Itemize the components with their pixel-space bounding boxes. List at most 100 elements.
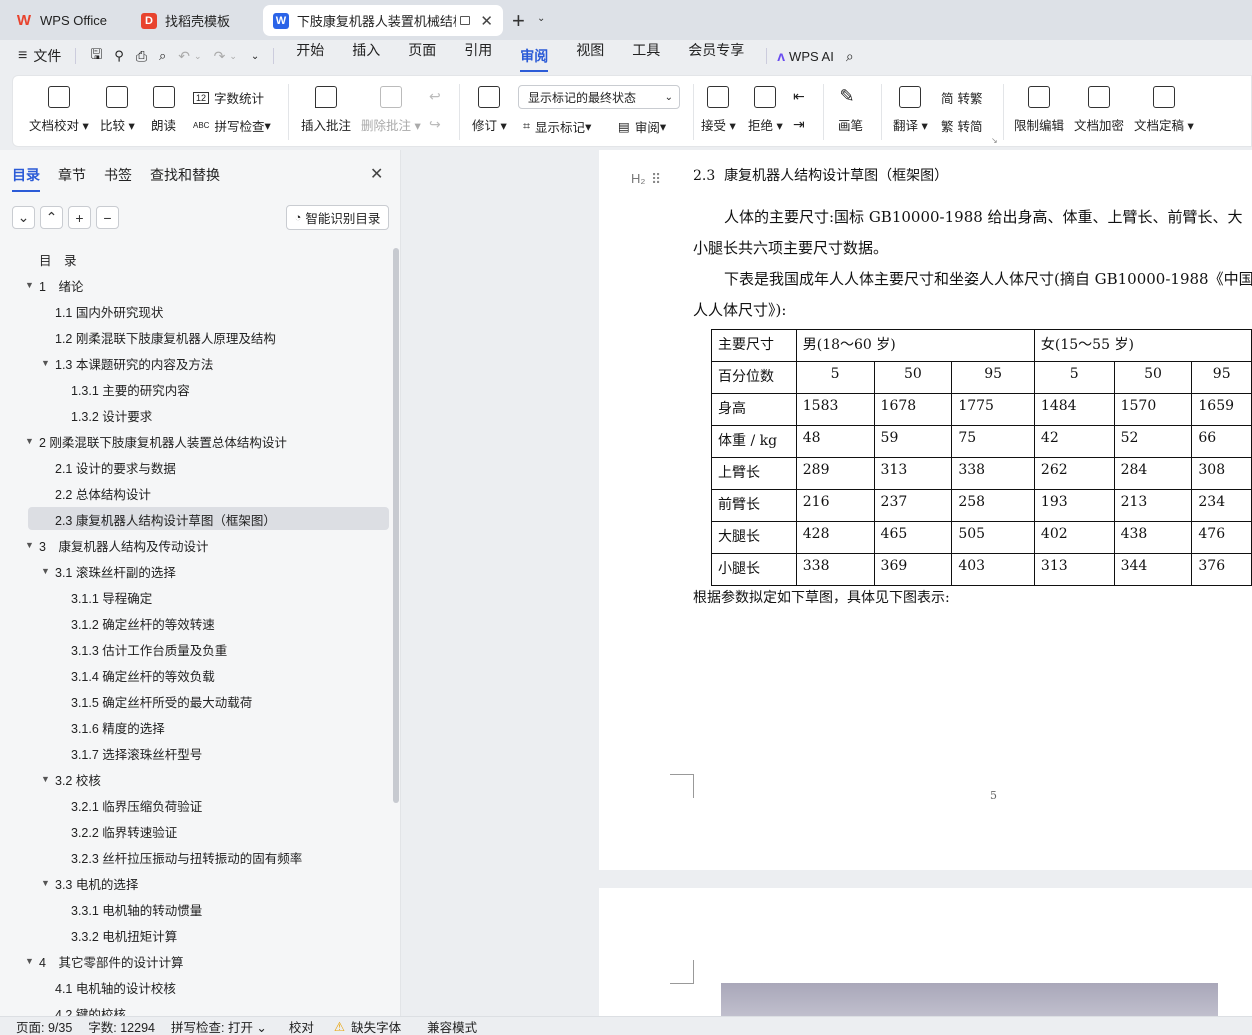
reject-button[interactable]: 拒绝 ▾ xyxy=(748,86,783,134)
toc-item[interactable]: 3.1.1 导程确定 xyxy=(0,584,392,610)
undo-chevron-icon[interactable]: ⌄ xyxy=(194,51,202,62)
table-cell[interactable]: 59 xyxy=(873,425,953,458)
smart-toc-button[interactable]: ◔ 智能识别目录 xyxy=(286,205,389,230)
table-cell[interactable]: 338 xyxy=(795,553,875,586)
status-proof[interactable]: 校对 xyxy=(289,1017,314,1035)
menu-tab-start[interactable]: 开始 xyxy=(296,40,324,72)
more-chevron-icon[interactable]: ⌄ xyxy=(251,51,259,62)
table-cell[interactable]: 284 xyxy=(1113,457,1193,490)
table-cell[interactable]: 402 xyxy=(1033,521,1115,554)
table-cell[interactable]: 193 xyxy=(1033,489,1115,522)
table-cell[interactable]: 344 xyxy=(1113,553,1193,586)
toc-item[interactable]: 4.2 键的校核 xyxy=(0,1000,392,1017)
table-cell[interactable]: 男(18～60 岁) xyxy=(795,329,1035,362)
collapse-arrow-icon[interactable]: ▼ xyxy=(41,774,50,784)
menu-tab-view[interactable]: 视图 xyxy=(576,40,604,72)
menu-tab-page[interactable]: 页面 xyxy=(408,40,436,72)
redo-chevron-icon[interactable]: ⌄ xyxy=(229,51,237,62)
dialog-launcher-icon[interactable]: ↘ xyxy=(991,136,998,145)
table-cell[interactable]: 438 xyxy=(1113,521,1193,554)
toc-item[interactable]: 1.1 国内外研究现状 xyxy=(0,298,392,324)
expand-up-button[interactable]: ⌃ xyxy=(40,206,63,229)
table-cell[interactable]: 1484 xyxy=(1033,393,1115,426)
tab-list-chevron-icon[interactable]: ⌄ xyxy=(537,13,545,24)
table-cell[interactable]: 48 xyxy=(795,425,875,458)
tab-toc[interactable]: 目录 xyxy=(12,165,40,192)
table-cell[interactable]: 女(15～55 岁) xyxy=(1033,329,1252,362)
review-pane-button[interactable]: ▤ 审阅 ▾ xyxy=(618,117,666,136)
table-cell[interactable]: 289 xyxy=(795,457,875,490)
status-page[interactable]: 页面: 9/35 xyxy=(16,1017,72,1035)
table-cell[interactable]: 体重 / kg xyxy=(711,425,797,458)
table-cell[interactable]: 42 xyxy=(1033,425,1115,458)
add-heading-button[interactable]: + xyxy=(68,206,91,229)
hamburger-icon[interactable]: ≡ xyxy=(18,47,27,65)
tab-docer-templates[interactable]: D 找稻壳模板 xyxy=(131,5,256,36)
insert-comment-button[interactable]: 插入批注 xyxy=(301,86,351,134)
table-cell[interactable]: 95 xyxy=(1191,361,1252,394)
tab-document[interactable]: W 下肢康复机器人装置机械结构 ✕ xyxy=(263,5,503,36)
read-aloud-button[interactable]: 朗读 xyxy=(151,86,176,134)
table-cell[interactable]: 1659 xyxy=(1191,393,1252,426)
encrypt-button[interactable]: 文档加密 xyxy=(1074,86,1124,134)
toc-item[interactable]: 3.2.1 临界压缩负荷验证 xyxy=(0,792,392,818)
collapse-arrow-icon[interactable]: ▼ xyxy=(25,436,34,446)
table-cell[interactable]: 237 xyxy=(873,489,953,522)
table-cell[interactable]: 95 xyxy=(951,361,1035,394)
status-missing-font[interactable]: 缺失字体 xyxy=(351,1017,401,1035)
menu-tab-insert[interactable]: 插入 xyxy=(352,40,380,72)
toc-item[interactable]: 2.3 康复机器人结构设计草图（框架图） xyxy=(0,506,392,532)
table-cell[interactable]: 338 xyxy=(951,457,1035,490)
table-cell[interactable]: 476 xyxy=(1191,521,1252,554)
toc-scrollbar[interactable] xyxy=(393,248,399,803)
table-cell[interactable]: 313 xyxy=(873,457,953,490)
table-cell[interactable]: 234 xyxy=(1191,489,1252,522)
show-markup-button[interactable]: ⌗ 显示标记 ▾ xyxy=(523,117,591,136)
toc-item[interactable]: 3.1.4 确定丝杆的等效负载 xyxy=(0,662,392,688)
toc-item[interactable]: 3.2.2 临界转速验证 xyxy=(0,818,392,844)
table-cell[interactable]: 313 xyxy=(1033,553,1115,586)
toc-item[interactable]: 2.1 设计的要求与数据 xyxy=(0,454,392,480)
close-panel-icon[interactable]: ✕ xyxy=(370,164,383,184)
table-cell[interactable]: 505 xyxy=(951,521,1035,554)
table-cell[interactable]: 428 xyxy=(795,521,875,554)
tab-wps-office[interactable]: W WPS Office xyxy=(6,5,124,36)
toc-item[interactable]: ▼ 3 康复机器人结构及传动设计 xyxy=(0,532,392,558)
close-icon[interactable]: ✕ xyxy=(480,12,493,30)
status-words[interactable]: 字数: 12294 xyxy=(88,1017,155,1035)
table-cell[interactable]: 376 xyxy=(1191,553,1252,586)
table-cell[interactable]: 50 xyxy=(1113,361,1193,394)
table-cell[interactable]: 5 xyxy=(1033,361,1115,394)
tab-chapter[interactable]: 章节 xyxy=(58,165,86,185)
dimension-table[interactable]: 主要尺寸 男(18～60 岁) 女(15～55 岁) 百分位数 5 50 95 5 50 95 身高… xyxy=(711,329,1252,586)
to-simplified-button[interactable]: 繁转简 xyxy=(941,116,983,135)
collapse-arrow-icon[interactable]: ▼ xyxy=(41,878,50,888)
menu-tab-member[interactable]: 会员专享 xyxy=(688,40,744,72)
toc-item[interactable]: 3.1.7 选择滚珠丝杆型号 xyxy=(0,740,392,766)
remove-heading-button[interactable]: − xyxy=(96,206,119,229)
tab-bookmark[interactable]: 书签 xyxy=(104,165,132,185)
drag-handle-icon[interactable]: ⠿ xyxy=(651,171,661,188)
prev-change-icon[interactable]: ⇤ xyxy=(793,88,805,105)
table-cell[interactable]: 465 xyxy=(873,521,953,554)
toc-item[interactable]: 3.3.2 电机扭矩计算 xyxy=(0,922,392,948)
search-icon[interactable]: ⌕ xyxy=(846,48,854,65)
word-count-button[interactable]: 12 字数统计 xyxy=(193,88,264,107)
toc-item[interactable]: 3.1.5 确定丝杆所受的最大动载荷 xyxy=(0,688,392,714)
compare-button[interactable]: 比较 ▾ xyxy=(100,86,135,134)
menu-tab-review[interactable]: 审阅 xyxy=(520,46,549,72)
table-cell[interactable]: 262 xyxy=(1033,457,1115,490)
table-cell[interactable]: 大腿长 xyxy=(711,521,797,554)
status-spell[interactable]: 拼写检查: 打开 ⌄ xyxy=(171,1017,267,1035)
toc-item[interactable]: 目 录 xyxy=(0,246,392,272)
body-paragraph[interactable]: 根据参数拟定如下草图，具体见下图表示: xyxy=(693,587,950,607)
doc-proof-button[interactable]: 文档校对 ▾ xyxy=(29,86,89,134)
finalize-button[interactable]: 文档定稿 ▾ xyxy=(1134,86,1194,134)
print-preview-icon[interactable]: ⌕ xyxy=(159,48,166,64)
collapse-arrow-icon[interactable]: ▼ xyxy=(41,358,50,368)
table-cell[interactable]: 52 xyxy=(1113,425,1193,458)
restrict-edit-button[interactable]: 限制编辑 xyxy=(1014,86,1064,134)
next-change-icon[interactable]: ⇥ xyxy=(793,116,805,133)
table-cell[interactable]: 75 xyxy=(951,425,1035,458)
table-cell[interactable]: 369 xyxy=(873,553,953,586)
